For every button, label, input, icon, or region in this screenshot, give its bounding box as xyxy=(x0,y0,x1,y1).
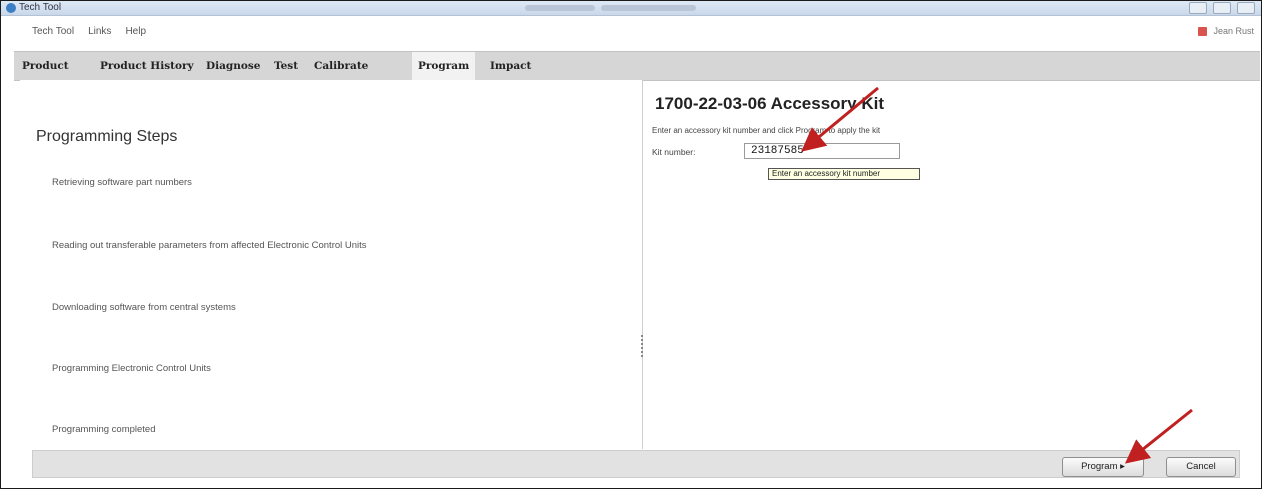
arrow-to-program-button xyxy=(1124,408,1193,464)
arrow-to-kit-input xyxy=(801,86,879,152)
annotation-arrows xyxy=(801,86,1193,464)
